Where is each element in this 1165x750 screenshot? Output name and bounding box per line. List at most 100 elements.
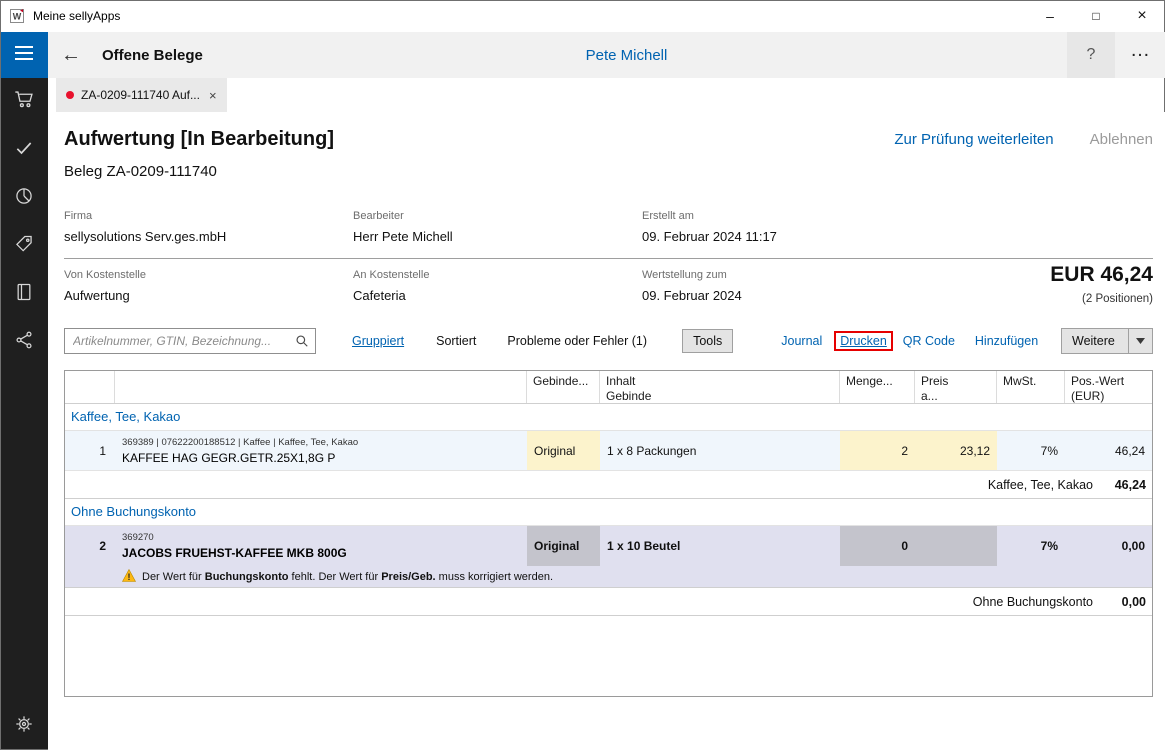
col-header-mwst[interactable]: MwSt. bbox=[997, 371, 1065, 403]
total-amount: EUR 46,24 bbox=[1050, 263, 1153, 287]
drucken-link[interactable]: Drucken bbox=[840, 334, 887, 348]
tab-document[interactable]: ZA-0209-111740 Auf... × bbox=[56, 78, 227, 112]
cell-mwst: 7% bbox=[997, 431, 1065, 470]
table-row[interactable]: 1 369389 | 07622200188512 | Kaffee | Kaf… bbox=[65, 431, 1152, 471]
col-header-number bbox=[65, 371, 115, 403]
field-bearbeiter: Bearbeiter Herr Pete Michell bbox=[353, 210, 642, 244]
field-value: Cafeteria bbox=[353, 288, 642, 303]
titlebar: W Meine sellyApps – □ × bbox=[0, 0, 1165, 32]
cell-poswert: 0,00 bbox=[1065, 526, 1152, 566]
cell-gebinde: Original bbox=[527, 526, 600, 566]
hinzufuegen-link[interactable]: Hinzufügen bbox=[975, 334, 1038, 348]
col-header-preis[interactable]: Preisa... bbox=[915, 371, 997, 403]
field-label: Firma bbox=[64, 210, 353, 222]
sidebar-item-cart[interactable] bbox=[0, 78, 48, 126]
more-options-button[interactable]: … bbox=[1115, 32, 1165, 78]
svg-text:W: W bbox=[13, 12, 22, 22]
minimize-button[interactable]: – bbox=[1027, 0, 1073, 32]
back-icon: ← bbox=[61, 44, 81, 67]
document-total: EUR 46,24 (2 Positionen) bbox=[1050, 263, 1153, 305]
app-header: ← Offene Belege Pete Michell ? … bbox=[48, 32, 1165, 78]
page-title: Offene Belege bbox=[102, 47, 203, 64]
cell-gebinde[interactable]: Original bbox=[527, 431, 600, 470]
document-number: Beleg ZA-0209-111740 bbox=[64, 163, 1153, 180]
svg-text:!: ! bbox=[128, 571, 131, 581]
field-value: Aufwertung bbox=[64, 288, 353, 303]
document-content: Aufwertung [In Bearbeitung] Zur Prüfung … bbox=[48, 112, 1165, 750]
col-header-description bbox=[115, 371, 527, 403]
positions-toolbar: Gruppiert Sortiert Probleme oder Fehler … bbox=[64, 327, 1153, 355]
sortiert-toggle[interactable]: Sortiert bbox=[436, 334, 476, 348]
subtotal-value: 0,00 bbox=[1093, 595, 1152, 609]
cell-inhalt: 1 x 10 Beutel bbox=[600, 526, 840, 566]
group-header-ohne-buchungskonto[interactable]: Ohne Buchungskonto bbox=[65, 499, 1152, 526]
field-value: sellysolutions Serv.ges.mbH bbox=[64, 229, 353, 244]
window-title: Meine sellyApps bbox=[33, 9, 120, 23]
maximize-button[interactable]: □ bbox=[1073, 0, 1119, 32]
window-controls: – □ × bbox=[1027, 0, 1165, 32]
subtotal-label: Kaffee, Tee, Kakao bbox=[988, 478, 1093, 492]
document-title: Aufwertung [In Bearbeitung] bbox=[64, 128, 334, 151]
sidebar-item-articles[interactable] bbox=[0, 222, 48, 270]
field-value: 09. Februar 2024 11:17 bbox=[642, 229, 1153, 244]
journal-link[interactable]: Journal bbox=[781, 334, 822, 348]
weitere-dropdown[interactable]: Weitere bbox=[1061, 328, 1153, 354]
gruppiert-toggle[interactable]: Gruppiert bbox=[352, 334, 404, 348]
cell-preis bbox=[915, 526, 997, 566]
help-icon: ? bbox=[1087, 46, 1096, 64]
sidebar-item-menu[interactable] bbox=[0, 32, 48, 78]
sidebar-item-statistics[interactable] bbox=[0, 174, 48, 222]
qr-code-link[interactable]: QR Code bbox=[903, 334, 955, 348]
cell-article: 369389 | 07622200188512 | Kaffee | Kaffe… bbox=[115, 431, 527, 470]
search-input[interactable] bbox=[65, 334, 315, 348]
col-header-menge[interactable]: Menge... bbox=[840, 371, 915, 403]
field-von-kostenstelle: Von Kostenstelle Aufwertung bbox=[64, 269, 353, 303]
table-empty-area bbox=[65, 616, 1152, 696]
position-count: (2 Positionen) bbox=[1050, 293, 1153, 305]
back-button[interactable]: ← bbox=[48, 32, 94, 78]
article-search bbox=[64, 328, 316, 354]
close-button[interactable]: × bbox=[1119, 0, 1165, 32]
article-name: JACOBS FRUEHST-KAFFEE MKB 800G bbox=[122, 546, 347, 560]
help-button[interactable]: ? bbox=[1067, 32, 1115, 78]
cell-menge[interactable]: 2 bbox=[840, 431, 915, 470]
tools-button[interactable]: Tools bbox=[682, 329, 733, 353]
cell-article: 369270 JACOBS FRUEHST-KAFFEE MKB 800G bbox=[115, 526, 527, 566]
group-subtotal-ohne-buchungskonto: Ohne Buchungskonto 0,00 bbox=[65, 588, 1152, 616]
pie-chart-icon bbox=[14, 186, 34, 211]
tab-close-icon[interactable]: × bbox=[209, 88, 217, 103]
subtotal-value: 46,24 bbox=[1093, 478, 1152, 492]
positions-table: Gebinde... InhaltGebinde Menge... Preisa… bbox=[64, 370, 1153, 697]
probleme-filter[interactable]: Probleme oder Fehler (1) bbox=[507, 334, 647, 348]
tab-bar: ZA-0209-111740 Auf... × bbox=[48, 78, 1165, 112]
table-row[interactable]: 2 369270 JACOBS FRUEHST-KAFFEE MKB 800G … bbox=[65, 526, 1152, 566]
table-header-row: Gebinde... InhaltGebinde Menge... Preisa… bbox=[65, 371, 1152, 404]
app-icon: W bbox=[9, 8, 25, 24]
col-header-inhalt[interactable]: InhaltGebinde bbox=[600, 371, 840, 403]
cell-preis[interactable]: 23,12 bbox=[915, 431, 997, 470]
hamburger-icon bbox=[15, 46, 33, 65]
unsaved-dot-icon bbox=[66, 91, 74, 99]
sidebar-item-settings[interactable] bbox=[0, 704, 48, 748]
col-header-poswert[interactable]: Pos.-Wert(EUR) bbox=[1065, 371, 1152, 403]
reject-button[interactable]: Ablehnen bbox=[1090, 131, 1153, 148]
weitere-label: Weitere bbox=[1072, 334, 1115, 348]
sidebar-item-share[interactable] bbox=[0, 318, 48, 366]
field-an-kostenstelle: An Kostenstelle Cafeteria bbox=[353, 269, 642, 303]
close-icon: × bbox=[1137, 7, 1146, 25]
cell-position-number: 2 bbox=[65, 526, 115, 566]
shopping-cart-icon bbox=[14, 89, 35, 115]
article-meta: 369270 bbox=[122, 532, 154, 543]
group-header-kaffee[interactable]: Kaffee, Tee, Kakao bbox=[65, 404, 1152, 431]
row-warning: ! Der Wert für Buchungskonto fehlt. Der … bbox=[65, 566, 1152, 588]
col-header-gebinde[interactable]: Gebinde... bbox=[527, 371, 600, 403]
forward-for-review-button[interactable]: Zur Prüfung weiterleiten bbox=[894, 131, 1053, 148]
ellipsis-icon: … bbox=[1130, 39, 1150, 62]
subtotal-label: Ohne Buchungskonto bbox=[973, 595, 1093, 609]
sidebar-item-journal[interactable] bbox=[0, 270, 48, 318]
sidebar-item-tasks[interactable] bbox=[0, 126, 48, 174]
app-window: W Meine sellyApps – □ × bbox=[0, 0, 1165, 750]
warning-icon: ! bbox=[122, 569, 136, 585]
warning-text: Der Wert für Buchungskonto fehlt. Der We… bbox=[142, 571, 553, 583]
maximize-icon: □ bbox=[1092, 9, 1099, 23]
